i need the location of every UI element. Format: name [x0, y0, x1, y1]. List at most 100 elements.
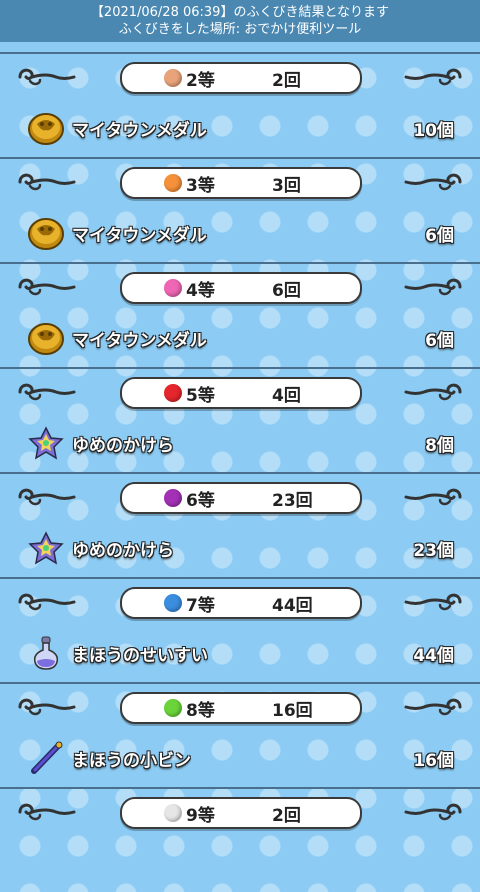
draw-count: 6回 [272, 281, 301, 301]
prize-rank-row: 6等 23回 [0, 479, 480, 519]
medal-icon [26, 320, 66, 356]
prize-rank: 6等 [186, 491, 215, 511]
prize-rank-banner: 6等 23回 [120, 482, 362, 514]
prize-rank-row: 9等 2回 [0, 794, 480, 834]
prize-rank: 5等 [186, 386, 215, 406]
flourish-right-icon [404, 273, 464, 301]
prize-section: 7等 44回 まほうのせいすい 44個 [0, 577, 480, 682]
prize-section: 6等 23回 ゆめのかけら 23個 [0, 472, 480, 577]
lottery-ball-icon [164, 699, 182, 717]
flourish-left-icon [16, 63, 76, 91]
flourish-right-icon [404, 483, 464, 511]
divider [0, 472, 480, 474]
prize-section: 3等 3回 マイタウンメダル 6個 [0, 157, 480, 262]
reward-item-count: 10個 [413, 121, 454, 141]
prize-rank-row: 7等 44回 [0, 584, 480, 624]
flourish-right-icon [404, 63, 464, 91]
prize-section: 2等 2回 マイタウンメダル 10個 [0, 52, 480, 157]
prize-rank: 9等 [186, 806, 215, 826]
reward-item-name: ゆめのかけら [72, 541, 174, 561]
lottery-ball-icon [164, 804, 182, 822]
prize-rank-banner: 5等 4回 [120, 377, 362, 409]
header-location: ふくびきをした場所: おでかけ便利ツール [118, 22, 362, 37]
prize-section: 4等 6回 マイタウンメダル 6個 [0, 262, 480, 367]
draw-count: 23回 [272, 491, 313, 511]
draw-count: 44回 [272, 596, 313, 616]
draw-count: 3回 [272, 176, 301, 196]
prize-rank-row: 3等 3回 [0, 164, 480, 204]
reward-item-count: 44個 [413, 646, 454, 666]
reward-item-name: マイタウンメダル [72, 121, 207, 141]
reward-item-name: ゆめのかけら [72, 436, 174, 456]
divider [0, 787, 480, 789]
reward-item-row: まほうのせいすい 44個 [0, 629, 480, 677]
lottery-ball-icon [164, 279, 182, 297]
reward-item-row: マイタウンメダル 6個 [0, 314, 480, 362]
prize-rank-banner: 2等 2回 [120, 62, 362, 94]
reward-item-row: マイタウンメダル 10個 [0, 104, 480, 152]
prize-rank-banner: 9等 2回 [120, 797, 362, 829]
draw-count: 2回 [272, 71, 301, 91]
prize-rank-row: 2等 2回 [0, 59, 480, 99]
reward-item-name: マイタウンメダル [72, 331, 207, 351]
medal-icon [26, 215, 66, 251]
prize-rank-banner: 7等 44回 [120, 587, 362, 619]
result-header: 【2021/06/28 06:39】のふくびき結果となります ふくびきをした場所… [0, 0, 480, 42]
prize-rank-banner: 8等 16回 [120, 692, 362, 724]
prize-rank-row: 5等 4回 [0, 374, 480, 414]
flourish-right-icon [404, 168, 464, 196]
reward-item-name: マイタウンメダル [72, 226, 207, 246]
lottery-ball-icon [164, 594, 182, 612]
potion-icon [26, 635, 66, 671]
prize-rank: 2等 [186, 71, 215, 91]
prize-rank: 7等 [186, 596, 215, 616]
prize-rank: 3等 [186, 176, 215, 196]
reward-item-count: 6個 [425, 331, 454, 351]
flourish-left-icon [16, 798, 76, 826]
lottery-ball-icon [164, 384, 182, 402]
star-fragment-icon [26, 530, 66, 566]
prize-section: 9等 2回 [0, 787, 480, 892]
flourish-right-icon [404, 378, 464, 406]
flourish-right-icon [404, 588, 464, 616]
divider [0, 157, 480, 159]
flourish-left-icon [16, 273, 76, 301]
divider [0, 682, 480, 684]
header-title: 【2021/06/28 06:39】のふくびき結果となります [90, 5, 390, 20]
star-fragment-icon [26, 425, 66, 461]
reward-item-count: 6個 [425, 226, 454, 246]
prize-rank-banner: 4等 6回 [120, 272, 362, 304]
draw-count: 16回 [272, 701, 313, 721]
medal-icon [26, 110, 66, 146]
divider [0, 367, 480, 369]
draw-count: 2回 [272, 806, 301, 826]
lottery-ball-icon [164, 489, 182, 507]
divider [0, 577, 480, 579]
flourish-left-icon [16, 378, 76, 406]
flourish-left-icon [16, 168, 76, 196]
draw-count: 4回 [272, 386, 301, 406]
reward-item-count: 23個 [413, 541, 454, 561]
divider [0, 52, 480, 54]
reward-item-name: まほうのせいすい [72, 646, 208, 666]
flourish-left-icon [16, 483, 76, 511]
prize-rank-row: 8等 16回 [0, 689, 480, 729]
lottery-ball-icon [164, 69, 182, 87]
reward-item-count: 16個 [413, 751, 454, 771]
prize-rank-row: 4等 6回 [0, 269, 480, 309]
reward-item-row: まほうの小ビン 16個 [0, 734, 480, 782]
wand-icon [26, 740, 66, 776]
divider [0, 262, 480, 264]
prize-rank: 4等 [186, 281, 215, 301]
reward-item-row: ゆめのかけら 23個 [0, 524, 480, 572]
prize-section: 8等 16回 まほうの小ビン 16個 [0, 682, 480, 787]
prize-rank-banner: 3等 3回 [120, 167, 362, 199]
flourish-right-icon [404, 798, 464, 826]
reward-item-count: 8個 [425, 436, 454, 456]
reward-item-row: ゆめのかけら 8個 [0, 419, 480, 467]
reward-item-row: マイタウンメダル 6個 [0, 209, 480, 257]
flourish-right-icon [404, 693, 464, 721]
prize-section: 5等 4回 ゆめのかけら 8個 [0, 367, 480, 472]
lottery-ball-icon [164, 174, 182, 192]
flourish-left-icon [16, 693, 76, 721]
